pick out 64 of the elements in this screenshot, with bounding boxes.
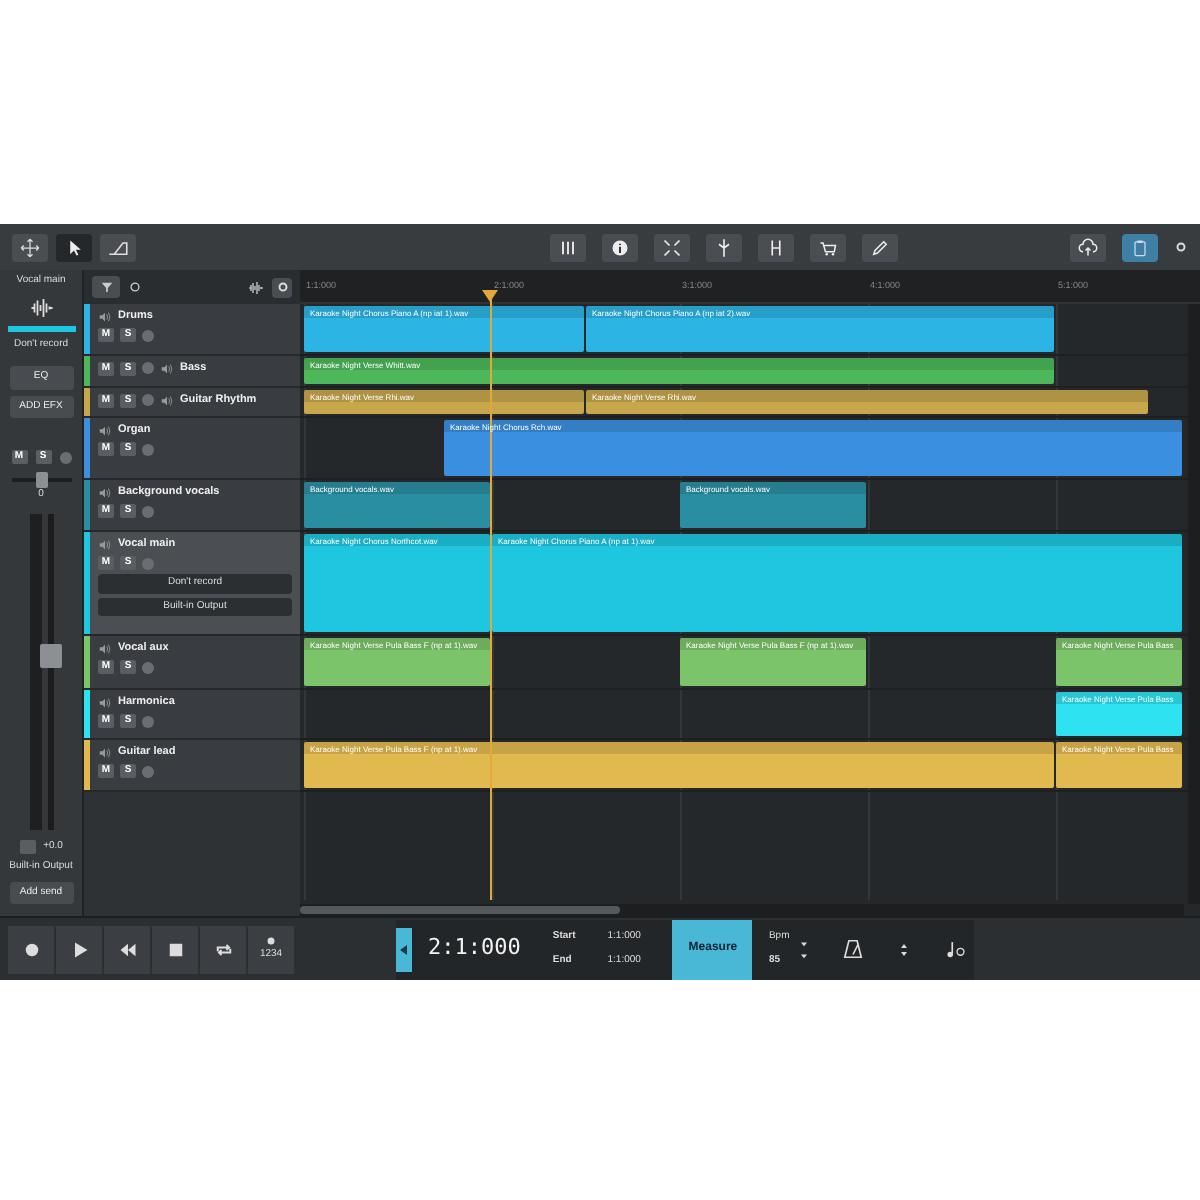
pencil-button[interactable] (861, 233, 897, 261)
record-icon (21, 939, 41, 959)
cart-button[interactable] (809, 233, 845, 261)
speaker-icon (160, 361, 174, 376)
info-icon (609, 237, 629, 257)
play-icon (69, 939, 89, 959)
split-button[interactable] (705, 233, 741, 261)
record-button[interactable] (8, 925, 54, 973)
fader-thumb[interactable] (39, 643, 61, 668)
filter-button[interactable] (92, 276, 120, 298)
position-display: 2:1:000 (428, 932, 521, 965)
stop-button[interactable] (152, 925, 198, 973)
speaker-icon (98, 695, 112, 710)
settings-icon (1174, 240, 1188, 254)
split-icon (713, 237, 733, 257)
move-tool-button[interactable] (12, 233, 48, 261)
waveform-icon (248, 279, 264, 295)
play-button[interactable] (56, 925, 102, 973)
speaker-icon (98, 309, 112, 324)
speaker-icon (98, 641, 112, 656)
dot-icon (264, 934, 278, 949)
position-toggle[interactable] (396, 927, 412, 971)
settings-button[interactable] (272, 277, 292, 297)
info-button[interactable] (601, 233, 637, 261)
stop-icon (165, 939, 185, 959)
rewind-icon (117, 939, 137, 959)
speaker-icon (98, 423, 112, 438)
triangle-icon (396, 941, 412, 957)
upload-icon (1078, 237, 1098, 257)
pan-thumb[interactable] (35, 472, 47, 488)
clipboard-icon (1130, 237, 1150, 257)
pointer-icon (64, 237, 84, 257)
scrollbar-thumb[interactable] (300, 906, 620, 914)
move-icon (20, 237, 40, 257)
speaker-icon (98, 745, 112, 760)
metronome-icon (841, 938, 864, 960)
horizontal-scrollbar[interactable] (300, 904, 1184, 916)
join-button[interactable] (757, 233, 793, 261)
slope-tool-button[interactable] (100, 233, 136, 261)
join-icon (765, 237, 785, 257)
upload-button[interactable] (1070, 233, 1106, 261)
settings-icon (275, 280, 289, 294)
playhead-marker[interactable] (482, 290, 498, 302)
rewind-button[interactable] (104, 925, 150, 973)
fit-button[interactable] (653, 233, 689, 261)
fit-icon (661, 237, 681, 257)
funnel-icon (99, 280, 113, 294)
speaker-icon (98, 485, 112, 500)
pencil-icon (869, 237, 889, 257)
cart-icon (817, 237, 837, 257)
slope-icon (108, 237, 128, 257)
columns-icon (557, 237, 577, 257)
circle-icon (128, 280, 142, 294)
loop-icon (213, 939, 233, 959)
clipboard-button[interactable] (1122, 233, 1158, 261)
pointer-tool-button[interactable] (56, 233, 92, 261)
waveform-icon (29, 295, 53, 319)
track-color-bar (7, 325, 75, 331)
loop-button[interactable] (200, 925, 246, 973)
note-icon (943, 938, 966, 960)
speaker-icon (160, 393, 174, 408)
up-down-icon (895, 941, 912, 957)
columns-button[interactable] (549, 233, 585, 261)
speaker-icon (98, 537, 112, 552)
